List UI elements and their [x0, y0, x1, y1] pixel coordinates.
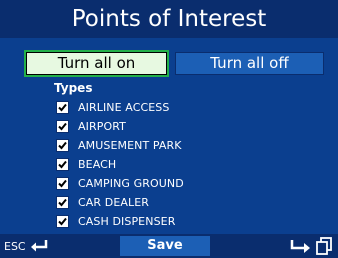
checkmark-icon — [58, 179, 67, 188]
esc-button[interactable]: ESC — [4, 234, 49, 258]
type-item-airline-access[interactable]: AIRLINE ACCESS — [56, 98, 184, 117]
checkmark-icon — [58, 198, 67, 207]
type-item-camping-ground[interactable]: CAMPING GROUND — [56, 174, 184, 193]
pages-icon[interactable] — [313, 236, 335, 256]
type-item-label: CASH DISPENSER — [78, 215, 176, 228]
back-arrow-icon — [30, 240, 47, 252]
checkbox[interactable] — [56, 158, 69, 171]
checkmark-icon — [58, 122, 67, 131]
toggle-toolbar: Turn all on Turn all off — [24, 50, 326, 77]
checkbox[interactable] — [56, 101, 69, 114]
type-item-cash-dispenser[interactable]: CASH DISPENSER — [56, 212, 184, 231]
checkmark-icon — [58, 160, 67, 169]
turn-all-on-button[interactable]: Turn all on — [24, 50, 169, 77]
type-item-label: AMUSEMENT PARK — [78, 139, 182, 152]
type-item-airport[interactable]: AIRPORT — [56, 117, 184, 136]
types-heading: Types — [54, 81, 93, 95]
checkbox[interactable] — [56, 215, 69, 228]
type-item-label: AIRPORT — [78, 120, 126, 133]
checkbox[interactable] — [56, 177, 69, 190]
checkbox[interactable] — [56, 196, 69, 209]
type-item-label: CAR DEALER — [78, 196, 150, 209]
poi-screen: Points of Interest Turn all on Turn all … — [0, 0, 338, 258]
checkmark-icon — [58, 141, 67, 150]
types-list: AIRLINE ACCESS AIRPORT AMUSEMENT PARK BE… — [56, 98, 184, 231]
type-item-label: CAMPING GROUND — [78, 177, 184, 190]
type-item-label: BEACH — [78, 158, 117, 171]
type-item-label: AIRLINE ACCESS — [78, 101, 170, 114]
type-item-beach[interactable]: BEACH — [56, 155, 184, 174]
bottom-bar: ESC Save — [0, 234, 338, 258]
checkbox[interactable] — [56, 120, 69, 133]
save-button[interactable]: Save — [120, 236, 210, 256]
checkmark-icon — [58, 217, 67, 226]
checkbox[interactable] — [56, 139, 69, 152]
turn-all-off-button[interactable]: Turn all off — [175, 52, 324, 75]
esc-label: ESC — [4, 239, 26, 253]
page-title: Points of Interest — [0, 0, 338, 38]
type-item-amusement-park[interactable]: AMUSEMENT PARK — [56, 136, 184, 155]
type-item-car-dealer[interactable]: CAR DEALER — [56, 193, 184, 212]
next-arrow-icon[interactable] — [290, 237, 312, 255]
checkmark-icon — [58, 103, 67, 112]
